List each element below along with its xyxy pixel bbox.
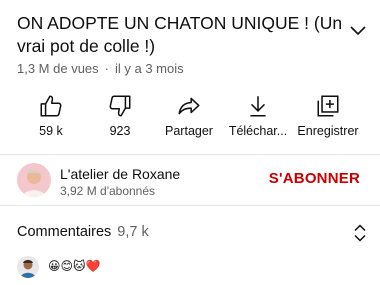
video-meta: 1,3 M de vues · il y a 3 mois xyxy=(17,61,184,76)
video-title-container[interactable]: ON ADOPTE UN CHATON UNIQUE ! (Un vrai po… xyxy=(17,12,347,58)
comments-label: Commentaires xyxy=(17,224,112,240)
chevron-down-icon[interactable] xyxy=(348,24,368,38)
channel-name[interactable]: L'atelier de Roxane xyxy=(60,166,180,182)
upload-age: il y a 3 mois xyxy=(115,61,184,76)
expand-collapse-icon[interactable] xyxy=(353,223,367,248)
channel-row: L'atelier de Roxane 3,92 M d'abonnés S'A… xyxy=(0,154,380,204)
commenter-avatar xyxy=(17,256,39,278)
save-playlist-icon xyxy=(293,93,363,119)
like-button[interactable]: 59 k xyxy=(16,93,86,138)
video-title[interactable]: ON ADOPTE UN CHATON UNIQUE ! (Un vrai po… xyxy=(17,12,347,58)
share-button[interactable]: Partager xyxy=(154,93,224,138)
thumbs-down-icon xyxy=(85,93,155,119)
view-count: 1,3 M de vues xyxy=(17,61,99,76)
save-button[interactable]: Enregistrer xyxy=(293,93,363,138)
dislike-button[interactable]: 923 xyxy=(85,93,155,138)
subscribe-button[interactable]: S'ABONNER xyxy=(269,170,360,187)
comments-header[interactable]: Commentaires 9,7 k xyxy=(17,223,367,243)
download-icon xyxy=(223,93,293,119)
share-label: Partager xyxy=(165,124,213,138)
thumbs-up-icon xyxy=(16,93,86,119)
download-label: Téléchar... xyxy=(228,124,288,138)
like-count: 59 k xyxy=(39,124,63,138)
comments-count: 9,7 k xyxy=(117,224,149,240)
share-icon xyxy=(154,93,224,119)
channel-avatar[interactable] xyxy=(17,163,51,197)
meta-separator: · xyxy=(104,61,109,76)
action-bar: 59 k 923 Partager Téléchar... Enregistre… xyxy=(0,93,380,143)
save-label: Enregistrer xyxy=(297,124,359,138)
subscriber-count: 3,92 M d'abonnés xyxy=(60,184,156,198)
comment-text: 😀😊🐱❤️ xyxy=(48,259,101,273)
comment-preview[interactable]: 😀😊🐱❤️ xyxy=(17,256,367,278)
dislike-count: 923 xyxy=(109,124,131,138)
divider xyxy=(0,205,380,206)
download-button[interactable]: Téléchar... xyxy=(223,93,293,138)
